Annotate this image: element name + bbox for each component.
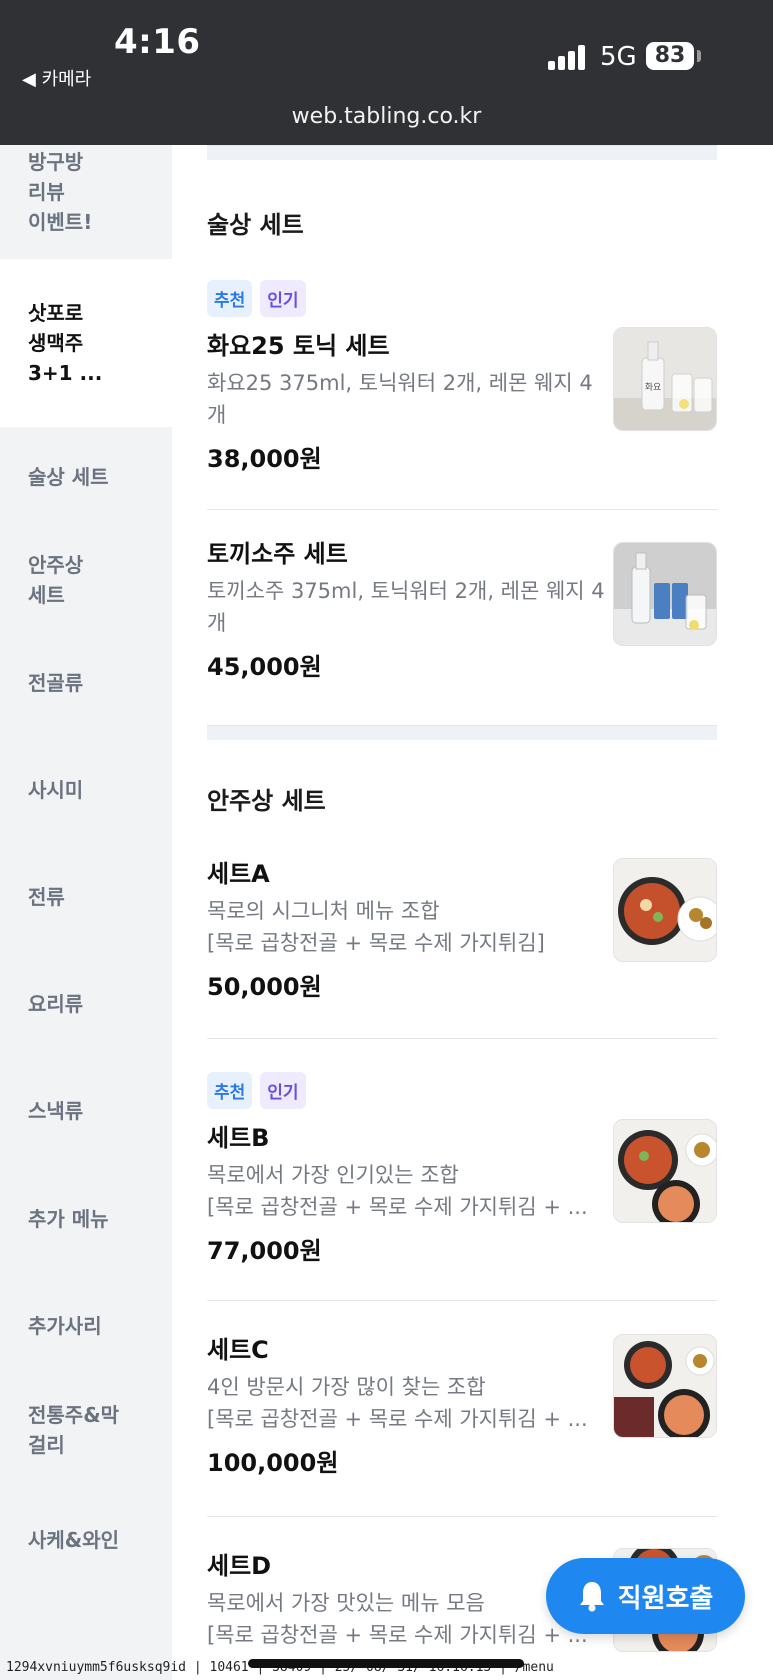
call-staff-label: 직원호출 bbox=[617, 1583, 714, 1614]
item-description: 4인 방문시 가장 많이 찾는 조합 [목로 곱창전골 + 목로 수제 가지튀김… bbox=[207, 1375, 588, 1431]
sidebar-item-stew[interactable]: 전골류 bbox=[0, 653, 172, 713]
sidebar-item-snack-set[interactable]: 안주상 세트 bbox=[0, 540, 172, 620]
sidebar-item-review-event[interactable]: 방구방 리뷰 이벤트! bbox=[0, 135, 172, 249]
item-price: 100,000원 bbox=[207, 1449, 339, 1477]
sidebar-item-snacks[interactable]: 스낵류 bbox=[0, 1081, 172, 1141]
popular-badge: 인기 bbox=[260, 1072, 306, 1109]
battery-tip bbox=[697, 50, 701, 62]
sidebar-item-extra-noodles[interactable]: 추가사리 bbox=[0, 1296, 172, 1356]
item-divider bbox=[207, 1300, 717, 1301]
badge-group: 추천 인기 bbox=[207, 1072, 717, 1109]
section-separator bbox=[207, 725, 717, 740]
item-thumbnail-tokki[interactable] bbox=[613, 542, 717, 646]
item-divider bbox=[207, 509, 717, 510]
food-photo-icon bbox=[614, 1120, 716, 1222]
item-thumbnail-hwayo[interactable]: 화요 bbox=[613, 327, 717, 431]
call-staff-button[interactable]: 직원호출 bbox=[546, 1558, 745, 1634]
item-thumbnail-set-b[interactable] bbox=[613, 1119, 717, 1223]
sidebar-item-drink-set[interactable]: 술상 세트 bbox=[0, 447, 172, 507]
item-price: 50,000원 bbox=[207, 973, 322, 1001]
sidebar-item-traditional-liquor[interactable]: 전통주&막 걸리 bbox=[0, 1390, 172, 1470]
item-description: 토끼소주 375ml, 토닉워터 2개, 레몬 웨지 4개 bbox=[207, 579, 605, 635]
item-thumbnail-set-c[interactable] bbox=[613, 1334, 717, 1438]
section-title: 술상 세트 bbox=[207, 211, 304, 239]
sidebar-item-sapporo[interactable]: 삿포로 생맥주 3+1 ... bbox=[0, 259, 172, 427]
item-description: 목로의 시그니처 메뉴 조합 [목로 곱창전골 + 목로 수제 가지튀김] bbox=[207, 899, 545, 955]
network-type: 5G bbox=[600, 42, 637, 72]
menu-list: 술상 세트 추천 인기 화요25 토닉 세트 화요25 375ml, 토닉워터 … bbox=[172, 145, 773, 1680]
bottle-photo-icon: 화요 bbox=[614, 328, 716, 430]
sidebar-item-sake-wine[interactable]: 사케&와인 bbox=[0, 1510, 172, 1570]
item-description: 화요25 375ml, 토닉워터 2개, 레몬 웨지 4개 bbox=[207, 371, 593, 427]
section-title: 안주상 세트 bbox=[207, 787, 326, 815]
signal-icon bbox=[548, 44, 588, 70]
bell-icon bbox=[579, 1582, 604, 1612]
item-thumbnail-set-a[interactable] bbox=[613, 858, 717, 962]
sidebar-item-pancake[interactable]: 전류 bbox=[0, 867, 172, 927]
recommended-badge: 추천 bbox=[207, 280, 253, 317]
sidebar-item-extra-menu[interactable]: 추가 메뉴 bbox=[0, 1189, 172, 1249]
food-photo-icon bbox=[614, 1335, 716, 1437]
recommended-badge: 추천 bbox=[207, 1072, 253, 1109]
popular-badge: 인기 bbox=[260, 280, 306, 317]
back-to-camera-link[interactable]: ◀ 카메라 bbox=[22, 65, 91, 91]
section-separator bbox=[207, 145, 717, 160]
bottle-photo-icon bbox=[614, 543, 716, 645]
sidebar-item-dishes[interactable]: 요리류 bbox=[0, 974, 172, 1034]
badge-group: 추천 인기 bbox=[207, 280, 717, 317]
clock: 4:16 bbox=[114, 22, 201, 62]
item-price: 38,000원 bbox=[207, 445, 322, 473]
svg-text:화요: 화요 bbox=[645, 382, 662, 393]
home-indicator bbox=[248, 1659, 524, 1668]
battery-icon: 83 bbox=[646, 42, 694, 70]
status-bar: 4:16 ◀ 카메라 5G 83 web.tabling.co.kr bbox=[0, 0, 773, 145]
food-photo-icon bbox=[614, 859, 716, 961]
item-price: 45,000원 bbox=[207, 653, 322, 681]
item-price: 77,000원 bbox=[207, 1237, 322, 1265]
item-description: 목로에서 가장 인기있는 조합 [목로 곱창전골 + 목로 수제 가지튀김 + … bbox=[207, 1163, 588, 1219]
category-sidebar: 방구방 리뷰 이벤트! 삿포로 생맥주 3+1 ... 술상 세트 안주상 세트… bbox=[0, 145, 172, 1680]
sidebar-item-sashimi[interactable]: 사시미 bbox=[0, 760, 172, 820]
item-divider bbox=[207, 1516, 717, 1517]
address-bar[interactable]: web.tabling.co.kr bbox=[0, 104, 773, 129]
item-divider bbox=[207, 1038, 717, 1039]
